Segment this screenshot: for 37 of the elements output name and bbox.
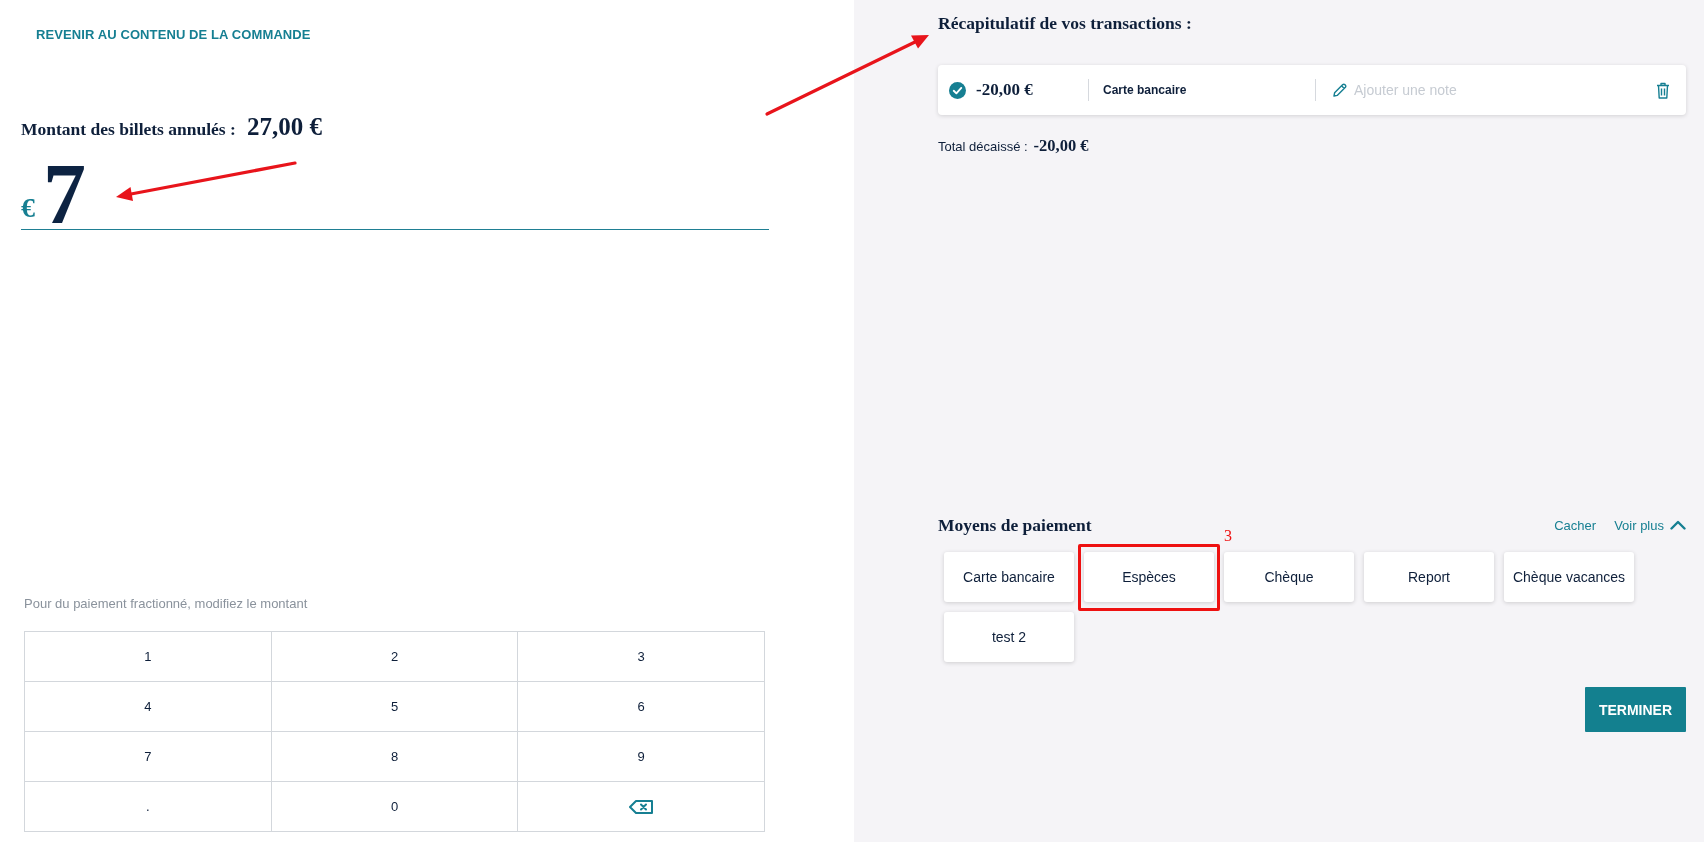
total-value: -20,00 €	[1033, 136, 1089, 156]
keypad-key[interactable]: 3	[518, 632, 765, 682]
backspace-icon	[629, 799, 654, 814]
currency-symbol: €	[21, 192, 35, 224]
cancelled-amount-label: Montant des billets annulés :	[21, 119, 236, 140]
keypad-key[interactable]: 0	[271, 782, 519, 832]
keypad-key[interactable]: 1	[25, 632, 272, 682]
payment-methods-title: Moyens de paiement	[938, 515, 1092, 535]
keypad-key[interactable]: 4	[25, 682, 272, 732]
keypad-key[interactable]: .	[25, 782, 272, 832]
split-payment-hint: Pour du paiement fractionné, modifiez le montant	[24, 596, 309, 612]
keypad-key[interactable]: 8	[271, 732, 519, 782]
keypad-key[interactable]: 7	[25, 732, 272, 782]
payment-method-button[interactable]: Chèque	[1224, 552, 1354, 602]
note-field[interactable]: Ajouter une note	[1354, 80, 1649, 100]
finish-button[interactable]: TERMINER	[1585, 687, 1686, 732]
cancelled-amount-value: 27,00 €	[246, 112, 322, 142]
trash-icon	[1656, 81, 1670, 99]
keypad-key[interactable]: 2	[271, 632, 519, 682]
keypad-key[interactable]: 5	[271, 682, 519, 732]
keypad-key[interactable]: 6	[518, 682, 765, 732]
payment-method-button[interactable]: Chèque vacances	[1504, 552, 1634, 602]
keypad-key[interactable]: 9	[518, 732, 765, 782]
transactions-summary-title: Récapitulatif de vos transactions :	[938, 14, 1192, 32]
payment-method-button[interactable]: test 2	[944, 612, 1074, 662]
total-label: Total décaissé :	[938, 139, 1028, 154]
payment-method-button[interactable]: Espèces	[1084, 552, 1214, 602]
payment-method-button[interactable]: Carte bancaire	[944, 552, 1074, 602]
payment-method-label: Carte bancaire	[1103, 83, 1187, 97]
hide-link[interactable]: Cacher	[1554, 517, 1597, 533]
pencil-icon	[1333, 83, 1347, 97]
show-more-link[interactable]: Voir plus	[1614, 517, 1686, 533]
payment-method-button[interactable]: Report	[1364, 552, 1494, 602]
transaction-amount: -20,00 €	[976, 80, 1033, 100]
delete-button[interactable]	[1656, 81, 1670, 99]
callout-number: 3	[1224, 528, 1232, 544]
back-link[interactable]: REVENIR AU CONTENU DE LA COMMANDE	[36, 27, 311, 43]
